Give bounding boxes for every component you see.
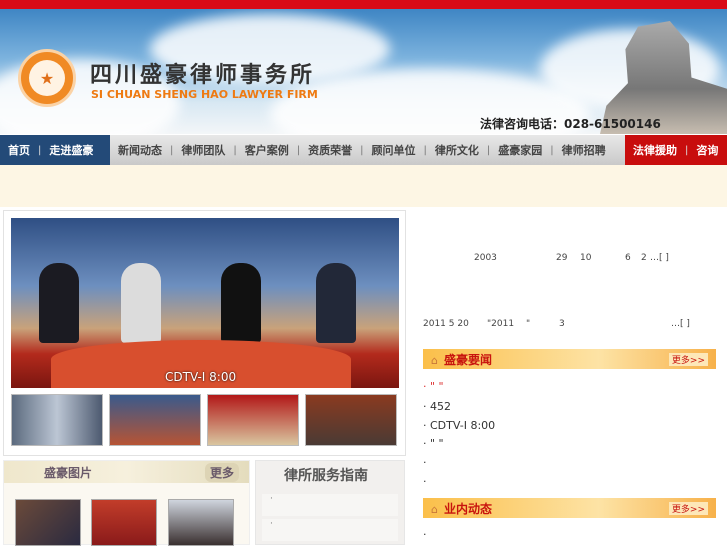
header-banner: ★ 四川盛豪律师事务所 SI CHUAN SHENG HAO LAWYER FI… bbox=[0, 9, 727, 134]
photo[interactable] bbox=[168, 499, 234, 546]
news-item[interactable]: · bbox=[423, 456, 427, 469]
intro-text: "2011 bbox=[487, 319, 515, 329]
site-title: 四川盛豪律师事务所 bbox=[90, 63, 316, 88]
intro-text: 2 bbox=[641, 253, 647, 263]
nav-home-garden[interactable]: 盛豪家园 bbox=[490, 142, 550, 158]
photos-more-link[interactable]: 更多 bbox=[204, 462, 239, 482]
industry-more-link[interactable]: 更多>> bbox=[668, 501, 708, 515]
house-icon: ⌂ bbox=[431, 353, 438, 367]
nav-cases[interactable]: 客户案例 bbox=[237, 142, 297, 158]
nav-team[interactable]: 律师团队 bbox=[173, 142, 233, 158]
main-nav: 首页 | 走进盛豪 新闻动态 | 律师团队 | 客户案例 | 资质荣誉 | 顾问单位 | 律… bbox=[0, 135, 727, 165]
thumbnail[interactable] bbox=[207, 394, 299, 446]
news-header: ⌂ 盛豪要闻 更多>> bbox=[423, 349, 716, 369]
intro-text: 2003 bbox=[474, 253, 497, 263]
video-caption: CDTV-I 8:00 bbox=[165, 370, 237, 384]
service-guide-panel: 律所服务指南 · · bbox=[255, 460, 405, 545]
tv-video[interactable]: CDTV-I 8:00 bbox=[11, 218, 399, 388]
thumbnail[interactable] bbox=[305, 394, 397, 446]
intro-text: 3 bbox=[559, 319, 565, 329]
intro-text: 6 bbox=[625, 253, 631, 263]
intro-text: 2011 5 20 bbox=[423, 319, 469, 329]
news-title: 盛豪要闻 bbox=[443, 352, 492, 367]
nav-culture[interactable]: 律所文化 bbox=[427, 142, 487, 158]
news-more-link[interactable]: 更多>> bbox=[668, 352, 708, 366]
industry-title: 业内动态 bbox=[443, 501, 492, 516]
guide-item[interactable]: · bbox=[262, 494, 398, 516]
photos-panel: 盛豪图片 更多 bbox=[3, 460, 250, 546]
news-item[interactable]: · bbox=[423, 475, 427, 488]
photo[interactable] bbox=[91, 499, 157, 546]
intro-more-link[interactable]: …[ ] bbox=[650, 253, 669, 263]
nav-recruit[interactable]: 律师招聘 bbox=[554, 142, 614, 158]
intro-text: 10 bbox=[580, 253, 592, 263]
firm-logo[interactable]: ★ bbox=[18, 49, 76, 107]
industry-item[interactable]: · bbox=[423, 528, 427, 541]
nav-news[interactable]: 新闻动态 bbox=[110, 142, 170, 158]
nav-consult[interactable]: 咨询 bbox=[688, 142, 718, 158]
intro-text: 29 bbox=[556, 253, 568, 263]
nav-clients[interactable]: 顾问单位 bbox=[364, 142, 424, 158]
video-panel: CDTV-I 8:00 bbox=[3, 210, 406, 456]
nav-honors[interactable]: 资质荣誉 bbox=[300, 142, 360, 158]
thumbnail[interactable] bbox=[11, 394, 103, 446]
nav-about[interactable]: 走进盛豪 bbox=[41, 142, 101, 158]
news-item[interactable]: · " " bbox=[423, 380, 444, 393]
house-icon: ⌂ bbox=[431, 502, 438, 516]
guide-item[interactable]: · bbox=[262, 519, 398, 541]
news-item[interactable]: · 452 bbox=[423, 400, 451, 413]
nav-legal-aid[interactable]: 法律援助 bbox=[625, 142, 685, 158]
photos-title: 盛豪图片 bbox=[44, 465, 93, 480]
intro-more-link[interactable]: …[ ] bbox=[671, 319, 690, 329]
guide-title: 律所服务指南 bbox=[284, 468, 368, 484]
nav-home[interactable]: 首页 bbox=[0, 142, 38, 158]
video-thumbnails bbox=[11, 394, 397, 446]
industry-header: ⌂ 业内动态 更多>> bbox=[423, 498, 716, 518]
photo[interactable] bbox=[15, 499, 81, 546]
banner-strip bbox=[0, 165, 727, 207]
thumbnail[interactable] bbox=[109, 394, 201, 446]
top-red-bar bbox=[0, 0, 727, 9]
hotline: 法律咨询电话：028-61500146 bbox=[480, 117, 661, 131]
news-item[interactable]: · " " bbox=[423, 437, 444, 450]
intro-text: " bbox=[526, 319, 531, 329]
news-item[interactable]: · CDTV-I 8:00 bbox=[423, 419, 495, 432]
site-title-en: SI CHUAN SHENG HAO LAWYER FIRM bbox=[91, 88, 318, 101]
